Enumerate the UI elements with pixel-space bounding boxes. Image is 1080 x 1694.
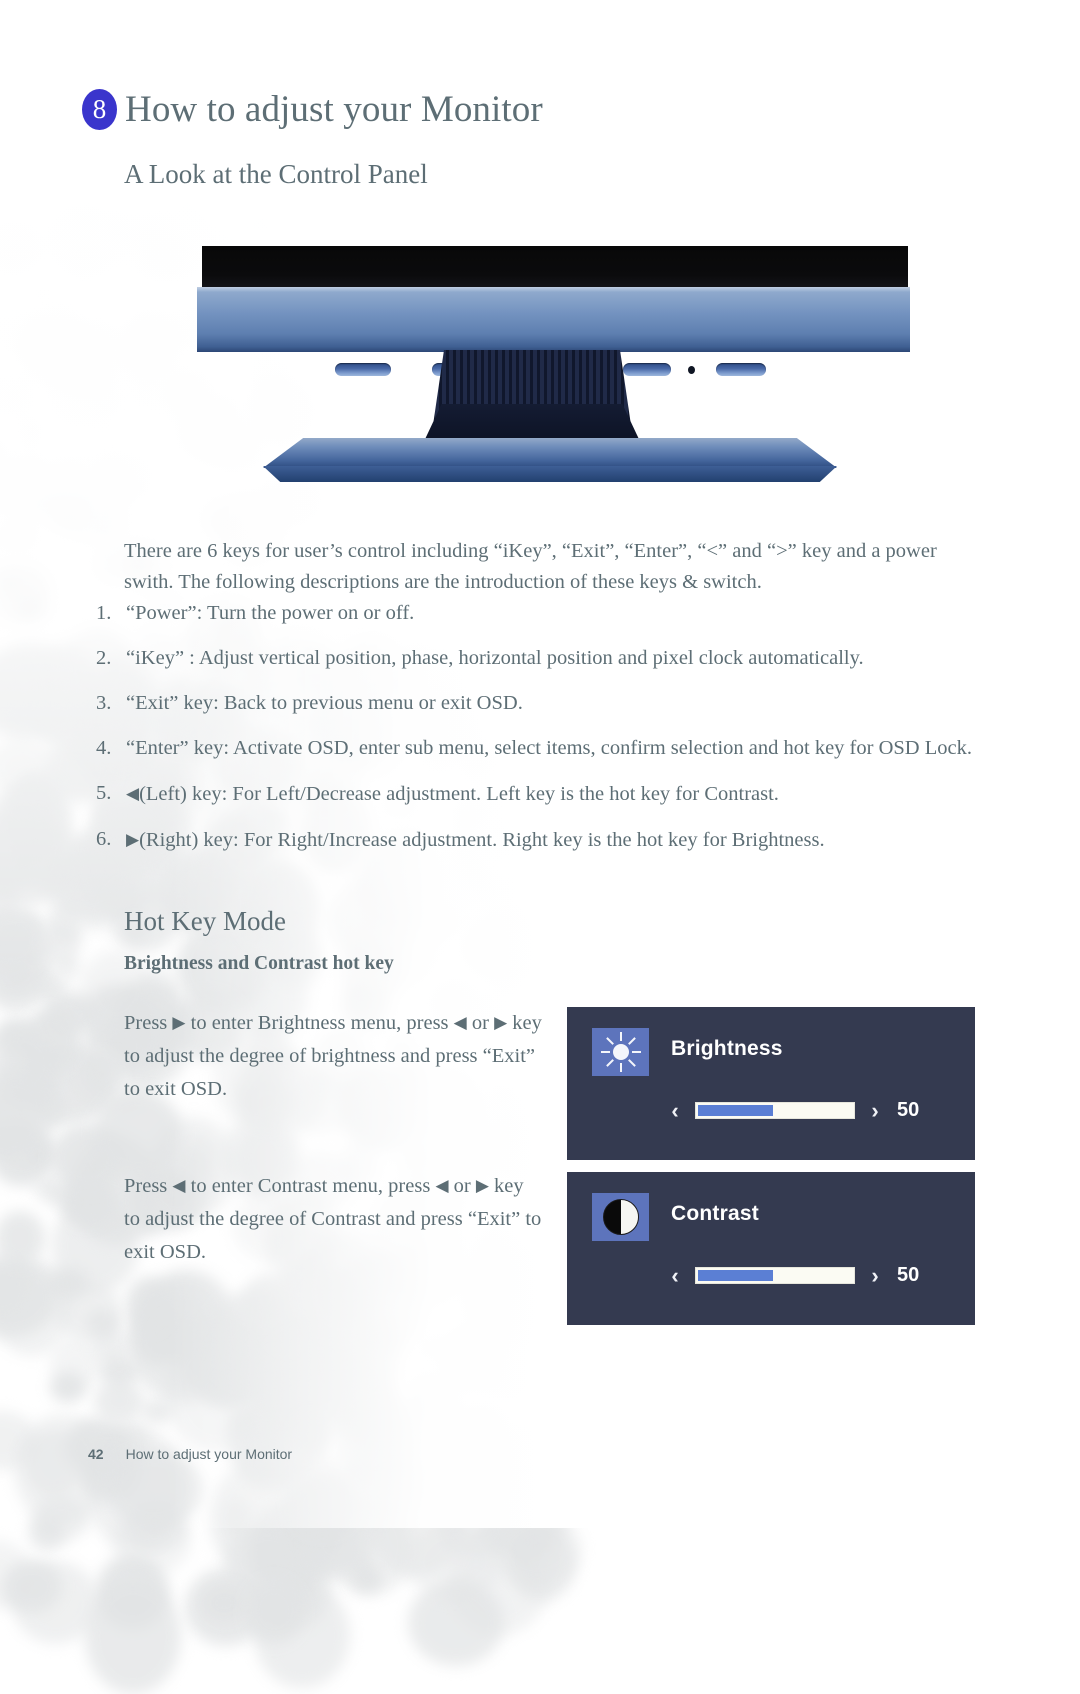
- list-marker: 6.: [96, 828, 112, 850]
- paragraph-text: to enter Contrast menu, press: [185, 1175, 436, 1197]
- background-blob: [1, 1559, 63, 1613]
- footer-page-number: 42: [88, 1446, 104, 1462]
- background-blob: [250, 1538, 333, 1629]
- background-blob: [95, 1553, 170, 1631]
- list-item-text: “Enter” key: Activate OSD, enter sub men…: [126, 737, 972, 759]
- background-blob: [448, 1524, 550, 1635]
- background-blob: [350, 1565, 384, 1593]
- left-arrow-icon: ◀: [172, 1176, 186, 1195]
- osd-brightness-panel: Brightness ‹ › 50: [567, 1007, 975, 1160]
- background-blob: [185, 1567, 267, 1646]
- right-arrow-icon: ▶: [126, 830, 140, 849]
- sun-icon: [601, 1032, 641, 1072]
- brightness-hotkey-paragraph: Press ▶ to enter Brightness menu, press …: [124, 1006, 544, 1106]
- monitor-base: [263, 438, 837, 468]
- right-arrow-icon: ▶: [172, 1013, 186, 1032]
- background-blob: [346, 1551, 374, 1579]
- list-item-label: (Right) key: For Right/Increase adjustme…: [139, 829, 825, 851]
- osd-contrast-slider-row: ‹ › 50: [667, 1264, 919, 1287]
- key-description-list: 1. “Power”: Turn the power on or off. 2.…: [96, 598, 981, 870]
- list-marker: 5.: [96, 782, 112, 804]
- chevron-right-icon[interactable]: ›: [867, 1264, 883, 1287]
- chapter-number-badge: 8: [82, 89, 117, 130]
- monitor-front-panel: [197, 287, 910, 376]
- background-blob: [11, 1560, 100, 1645]
- osd-brightness-label: Brightness: [671, 1037, 783, 1060]
- list-item-label: (Left) key: For Left/Decrease adjustment…: [139, 783, 779, 805]
- document-page: 8 How to adjust your Monitor A Look at t…: [0, 0, 1080, 1528]
- monitor-power-led-icon: [688, 366, 695, 374]
- left-arrow-icon: ◀: [453, 1013, 467, 1032]
- osd-contrast-value: 50: [897, 1264, 920, 1286]
- brightness-icon-tile: [592, 1028, 649, 1076]
- osd-brightness-slider-row: ‹ › 50: [667, 1099, 919, 1122]
- chevron-left-icon[interactable]: ‹: [667, 1099, 683, 1122]
- intro-paragraph: There are 6 keys for user’s control incl…: [124, 540, 937, 593]
- chevron-right-icon[interactable]: ›: [867, 1099, 883, 1122]
- list-marker: 1.: [96, 602, 112, 624]
- right-arrow-icon: ▶: [475, 1176, 489, 1195]
- background-blob: [254, 1581, 350, 1688]
- osd-brightness-slider-track[interactable]: [695, 1102, 855, 1119]
- osd-contrast-slider-fill: [698, 1270, 773, 1281]
- list-item-text: ▶(Right) key: For Right/Increase adjustm…: [126, 824, 981, 856]
- footer-running-title: How to adjust your Monitor: [125, 1446, 293, 1462]
- list-item: 2. “iKey” : Adjust vertical position, ph…: [96, 643, 981, 674]
- list-item-text: “Exit” key: Back to previous menu or exi…: [126, 692, 523, 714]
- osd-brightness-slider-fill: [698, 1105, 773, 1116]
- list-item: 1. “Power”: Turn the power on or off.: [96, 598, 981, 629]
- left-arrow-icon: ◀: [435, 1176, 449, 1195]
- monitor-screen-bezel: [202, 246, 908, 288]
- contrast-icon-tile: [592, 1193, 649, 1241]
- list-item-text: “iKey” : Adjust vertical position, phase…: [126, 647, 864, 669]
- osd-brightness-value: 50: [897, 1099, 920, 1121]
- contrast-hotkey-paragraph: Press ◀ to enter Contrast menu, press ◀ …: [124, 1169, 544, 1269]
- paragraph-text: Press: [124, 1175, 173, 1197]
- monitor-control-panel-photo: [197, 246, 911, 490]
- page-title: How to adjust your Monitor: [125, 89, 543, 130]
- paragraph-text: Press: [124, 1012, 173, 1034]
- background-blob: [224, 1525, 310, 1598]
- background-blob: [0, 1539, 33, 1609]
- monitor-button-right: [623, 363, 671, 376]
- paragraph-text: to enter Brightness menu, press: [185, 1012, 454, 1034]
- background-blob: [85, 1579, 181, 1694]
- background-blob: [408, 1580, 505, 1666]
- monitor-base-edge: [263, 466, 837, 482]
- osd-contrast-panel: Contrast ‹ › 50: [567, 1172, 975, 1325]
- background-blob: [200, 1584, 248, 1623]
- monitor-button-enter: [716, 363, 766, 376]
- list-marker: 3.: [96, 692, 112, 714]
- list-marker: 4.: [96, 737, 112, 759]
- monitor-button-power: [335, 363, 391, 376]
- chevron-left-icon[interactable]: ‹: [667, 1264, 683, 1287]
- list-marker: 2.: [96, 647, 112, 669]
- page-footer: 42 How to adjust your Monitor: [88, 1446, 292, 1462]
- paragraph-text: or: [448, 1175, 476, 1197]
- background-blob: [507, 1525, 576, 1601]
- osd-contrast-label: Contrast: [671, 1202, 759, 1225]
- hotkey-mode-title: Hot Key Mode: [124, 906, 286, 936]
- right-arrow-icon: ▶: [494, 1013, 508, 1032]
- background-blob: [278, 1560, 318, 1609]
- list-item-text: ◀(Left) key: For Left/Decrease adjustmen…: [126, 778, 981, 810]
- background-blob: [245, 1578, 304, 1644]
- background-blob: [406, 1521, 503, 1601]
- half-circle-icon: [602, 1199, 639, 1235]
- list-item: 4. “Enter” key: Activate OSD, enter sub …: [96, 733, 981, 764]
- hotkey-mode-subtitle: Brightness and Contrast hot key: [124, 953, 394, 974]
- list-item: 6. ▶(Right) key: For Right/Increase adju…: [96, 824, 981, 856]
- left-arrow-icon: ◀: [126, 784, 140, 803]
- section-title: A Look at the Control Panel: [124, 159, 428, 189]
- list-item: 3. “Exit” key: Back to previous menu or …: [96, 688, 981, 719]
- paragraph-text: or: [466, 1012, 495, 1034]
- list-item-text: “Power”: Turn the power on or off.: [126, 602, 415, 624]
- osd-contrast-slider-track[interactable]: [695, 1267, 855, 1284]
- list-item: 5. ◀(Left) key: For Left/Decrease adjust…: [96, 778, 981, 810]
- chapter-heading: 8 How to adjust your Monitor: [82, 88, 543, 131]
